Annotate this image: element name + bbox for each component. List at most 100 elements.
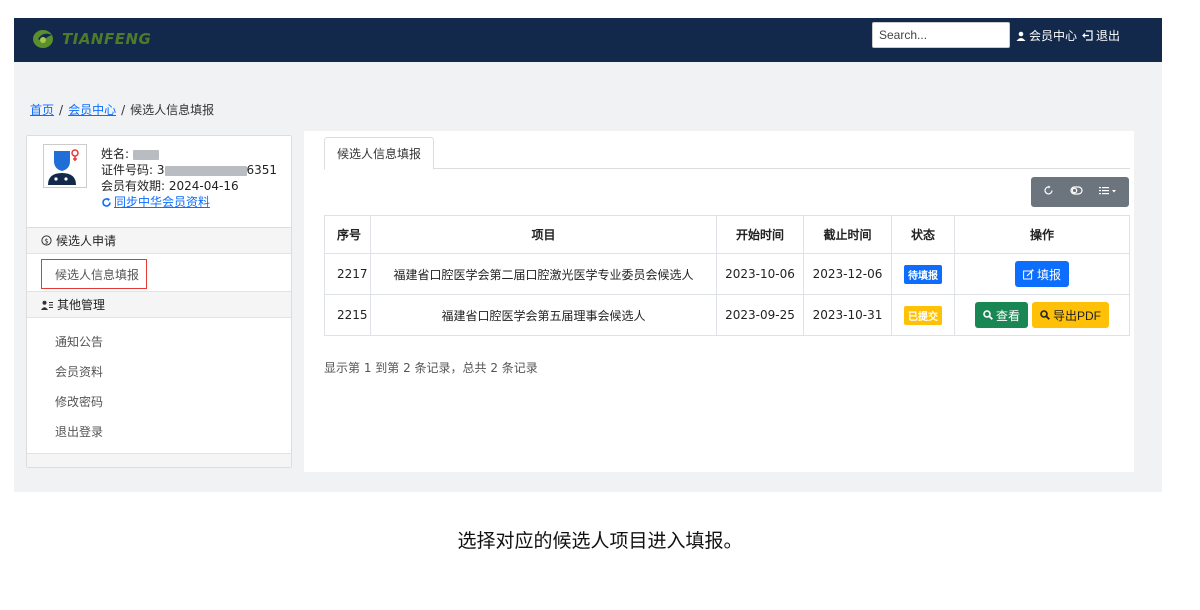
- table-header-row: 序号 项目 开始时间 截止时间 状态 操作: [324, 215, 1130, 254]
- breadcrumb-separator: /: [121, 102, 126, 117]
- table-row: 2217 福建省口腔医学会第二届口腔激光医学专业委员会候选人 2023-10-0…: [324, 253, 1130, 295]
- breadcrumb-separator: /: [59, 102, 64, 117]
- view-button[interactable]: 查看: [974, 302, 1028, 328]
- column-header[interactable]: 操作: [954, 215, 1130, 254]
- search-icon: [983, 310, 993, 320]
- sidebar-item-logout[interactable]: 退出登录: [27, 416, 291, 446]
- section-candidate-items: 候选人信息填报: [27, 254, 291, 292]
- sidebar-item-member-profile[interactable]: 会员资料: [27, 356, 291, 386]
- avatar: [43, 144, 87, 188]
- column-header[interactable]: 开始时间: [716, 215, 804, 254]
- breadcrumb: 首页 / 会员中心 / 候选人信息填报: [30, 101, 214, 118]
- cell-end: 2023-12-06: [803, 253, 892, 295]
- breadcrumb-member[interactable]: 会员中心: [68, 101, 116, 118]
- export-pdf-button[interactable]: 导出PDF: [1032, 302, 1110, 328]
- status-badge: 待填报: [904, 264, 942, 284]
- fill-in-button[interactable]: 填报: [1014, 261, 1069, 287]
- users-icon: [41, 300, 53, 310]
- user-icon: [1016, 31, 1026, 41]
- sidebar-item-label: 会员资料: [55, 364, 104, 379]
- circle-dollar-icon: $: [41, 235, 52, 246]
- profile-validity-row: 会员有效期: 2024-04-16: [101, 178, 277, 194]
- avatar-icon: [48, 149, 79, 185]
- sidebar-item-label: 通知公告: [55, 334, 104, 349]
- validity-label: 会员有效期:: [101, 179, 166, 193]
- sidebar: 姓名: 证件号码: 3 6351 会员有效期: 2024-04-16 同步中华会…: [26, 135, 292, 468]
- profile-card: 姓名: 证件号码: 3 6351 会员有效期: 2024-04-16 同步中华会…: [27, 136, 291, 228]
- status-badge: 已提交: [904, 305, 942, 325]
- button-label: 导出PDF: [1053, 308, 1102, 323]
- candidate-table: 序号 项目 开始时间 截止时间 状态 操作 2217 福建省口腔医学会第二届口腔…: [324, 215, 1130, 336]
- id-redacted: [164, 165, 247, 176]
- column-header[interactable]: 序号: [324, 215, 371, 254]
- top-navbar: TIANFENG 会员中心 退出: [14, 18, 1162, 62]
- pagination-summary: 显示第 1 到第 2 条记录，总共 2 条记录: [324, 361, 538, 375]
- table-toolbar: [1031, 177, 1129, 207]
- logo-text: TIANFENG: [62, 30, 152, 48]
- section-title: 候选人申请: [56, 234, 117, 248]
- section-title: 其他管理: [57, 298, 106, 312]
- svg-text:$: $: [44, 237, 48, 245]
- sidebar-item-candidate-info[interactable]: 候选人信息填报: [41, 259, 147, 289]
- toggle-view-button[interactable]: [1070, 185, 1083, 199]
- cell-id: 2215: [324, 294, 371, 336]
- column-header[interactable]: 截止时间: [803, 215, 892, 254]
- cell-project: 福建省口腔医学会第五届理事会候选人: [370, 294, 717, 336]
- button-label: 填报: [1036, 267, 1061, 282]
- cell-actions: 填报: [954, 253, 1130, 295]
- logo-icon: [33, 30, 53, 48]
- breadcrumb-home[interactable]: 首页: [30, 101, 54, 118]
- tab-candidate-info[interactable]: 候选人信息填报: [324, 137, 435, 170]
- search-icon: [1040, 310, 1050, 320]
- sync-label: 同步中华会员资料: [114, 195, 211, 209]
- column-header[interactable]: 状态: [891, 215, 955, 254]
- cell-status: 待填报: [891, 253, 955, 295]
- search-input[interactable]: [872, 22, 1010, 48]
- toggle-icon: [1070, 186, 1083, 195]
- cell-start: 2023-10-06: [716, 253, 804, 295]
- profile-info: 姓名: 证件号码: 3 6351 会员有效期: 2024-04-16 同步中华会…: [101, 146, 277, 212]
- logo[interactable]: TIANFENG: [32, 24, 151, 54]
- id-prefix: 3: [156, 163, 165, 177]
- list-icon: [1099, 187, 1116, 195]
- sidebar-footer: [27, 453, 291, 467]
- caption-text: 选择对应的候选人项目进入填报。: [457, 530, 743, 552]
- id-label: 证件号码:: [101, 163, 154, 177]
- cell-status: 已提交: [891, 294, 955, 336]
- id-suffix: 6351: [246, 163, 278, 177]
- logout-label: 退出: [1096, 29, 1121, 43]
- validity-value: 2024-04-16: [168, 179, 239, 193]
- cell-id: 2217: [324, 253, 371, 295]
- refresh-button[interactable]: [1043, 185, 1054, 199]
- sidebar-list: 通知公告 会员资料 修改密码 退出登录: [27, 318, 291, 446]
- sidebar-item-label: 候选人信息填报: [55, 267, 140, 282]
- name-redacted: [132, 149, 159, 160]
- cell-actions: 查看 导出PDF: [954, 294, 1130, 336]
- edit-icon: [1023, 268, 1034, 279]
- sidebar-item-notices[interactable]: 通知公告: [27, 326, 291, 356]
- cell-start: 2023-09-25: [716, 294, 804, 336]
- cell-end: 2023-10-31: [803, 294, 892, 336]
- sidebar-item-label: 退出登录: [55, 424, 104, 439]
- refresh-icon: [102, 197, 111, 207]
- column-header[interactable]: 项目: [370, 215, 717, 254]
- logout-link[interactable]: 退出: [1082, 27, 1120, 44]
- refresh-icon: [1044, 185, 1053, 195]
- table-row: 2215 福建省口腔医学会第五届理事会候选人 2023-09-25 2023-1…: [324, 294, 1130, 336]
- main-panel: 候选人信息填报 序号 项目 开始时间 截止时间 状态 操作 2217 福建省口腔…: [304, 131, 1134, 472]
- section-candidate-application: $ 候选人申请: [27, 228, 291, 254]
- breadcrumb-current: 候选人信息填报: [130, 103, 215, 117]
- sidebar-item-change-password[interactable]: 修改密码: [27, 386, 291, 416]
- profile-id-row: 证件号码: 3 6351: [101, 162, 277, 178]
- button-label: 查看: [995, 308, 1020, 323]
- profile-name-row: 姓名:: [101, 146, 277, 162]
- sync-profile-link[interactable]: 同步中华会员资料: [101, 194, 210, 210]
- sidebar-item-label: 修改密码: [55, 394, 104, 409]
- logout-icon: [1082, 30, 1093, 41]
- name-label: 姓名:: [101, 147, 130, 161]
- member-center-link[interactable]: 会员中心: [1016, 27, 1077, 44]
- section-other-management: 其他管理: [27, 292, 291, 318]
- cell-project: 福建省口腔医学会第二届口腔激光医学专业委员会候选人: [370, 253, 717, 295]
- columns-dropdown-button[interactable]: [1099, 185, 1117, 199]
- member-center-label: 会员中心: [1029, 29, 1078, 43]
